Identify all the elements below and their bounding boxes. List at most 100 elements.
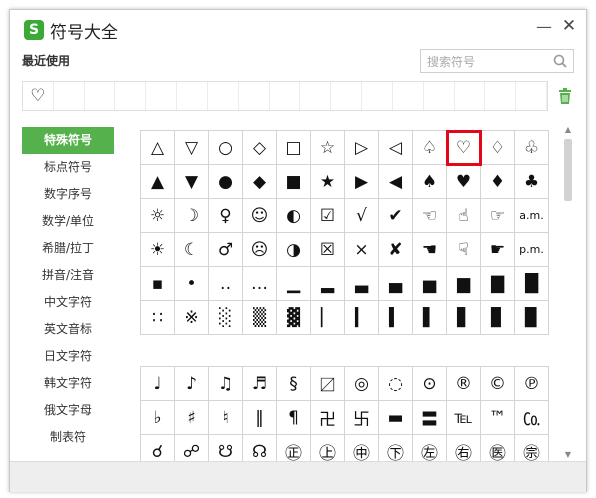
symbol-cell[interactable]: ★	[311, 165, 345, 199]
symbol-cell[interactable]: ✘	[379, 233, 413, 267]
symbol-cell[interactable]: ♡	[446, 130, 482, 166]
symbol-cell[interactable]: ☟	[447, 233, 481, 267]
symbol-cell[interactable]: ℗	[515, 367, 549, 401]
sidebar-category-item[interactable]: 英文音标	[22, 316, 114, 343]
symbol-cell[interactable]: □	[277, 131, 311, 165]
symbol-cell[interactable]: ▶	[345, 165, 379, 199]
sidebar-category-item[interactable]: 制表符	[22, 424, 114, 451]
symbol-cell[interactable]: ▇	[481, 267, 515, 301]
symbol-cell[interactable]: ‥	[209, 267, 243, 301]
scrollbar[interactable]: ▲ ▼	[562, 125, 574, 460]
close-button[interactable]: ✕	[560, 15, 578, 37]
recent-symbol-slot[interactable]	[270, 82, 301, 110]
symbol-cell[interactable]: 〼	[311, 367, 345, 401]
symbol-cell[interactable]: ◀	[379, 165, 413, 199]
recent-symbol-slot[interactable]	[239, 82, 270, 110]
symbol-cell[interactable]: ¶	[277, 401, 311, 435]
recent-symbol-slot[interactable]	[393, 82, 424, 110]
symbol-cell[interactable]: ▂	[311, 267, 345, 301]
search-box[interactable]	[420, 49, 574, 73]
symbol-cell[interactable]: ▃	[345, 267, 379, 301]
symbol-cell[interactable]: ♠	[413, 165, 447, 199]
symbol-cell[interactable]: ㊥	[345, 435, 379, 462]
symbol-cell[interactable]: ▼	[175, 165, 209, 199]
recent-symbol-slot[interactable]	[146, 82, 178, 110]
symbol-cell[interactable]: √	[345, 199, 379, 233]
symbol-cell[interactable]: ☜	[413, 199, 447, 233]
symbol-cell[interactable]: ○	[209, 131, 243, 165]
symbol-cell[interactable]: ♫	[209, 367, 243, 401]
symbol-cell[interactable]: ㊧	[413, 435, 447, 462]
symbol-cell[interactable]: ☼	[141, 199, 175, 233]
symbol-cell[interactable]: ▽	[175, 131, 209, 165]
recent-symbol-slot[interactable]	[54, 82, 85, 110]
symbol-cell[interactable]: ♪	[175, 367, 209, 401]
scrollbar-thumb[interactable]	[564, 139, 572, 201]
recent-symbol-slot[interactable]	[331, 82, 363, 110]
symbol-cell[interactable]: ☀	[141, 233, 175, 267]
recent-symbol-slot[interactable]	[115, 82, 147, 110]
sidebar-category-item[interactable]: 韩文字符	[22, 370, 114, 397]
symbol-cell[interactable]: •	[175, 267, 209, 301]
symbol-cell[interactable]: ㊪	[515, 435, 549, 462]
symbol-cell[interactable]: ▓	[277, 301, 311, 335]
symbol-cell[interactable]: ♀	[209, 199, 243, 233]
symbol-cell[interactable]: ♂	[209, 233, 243, 267]
symbol-cell[interactable]: ♤	[413, 131, 447, 165]
sidebar-category-item[interactable]: 希腊/拉丁	[22, 235, 114, 262]
recent-symbol-slot[interactable]	[455, 82, 486, 110]
symbol-cell[interactable]: ☌	[141, 435, 175, 462]
recent-symbol-slot[interactable]	[85, 82, 116, 110]
sidebar-category-item[interactable]: 数字序号	[22, 181, 114, 208]
symbol-cell[interactable]: ▁	[277, 267, 311, 301]
sidebar-category-item[interactable]: 拼音/注音	[22, 262, 114, 289]
symbol-cell[interactable]: ♦	[481, 165, 515, 199]
scroll-up-arrow-icon[interactable]: ▲	[562, 125, 574, 135]
sidebar-category-item[interactable]: 中文字符	[22, 289, 114, 316]
symbol-cell[interactable]: ‖	[243, 401, 277, 435]
symbol-cell[interactable]: ♯	[175, 401, 209, 435]
recent-symbol-slot[interactable]	[300, 82, 332, 110]
symbol-cell[interactable]: ▬	[379, 401, 413, 435]
symbol-cell[interactable]: ▎	[345, 301, 379, 335]
symbol-cell[interactable]: ▒	[243, 301, 277, 335]
symbol-cell[interactable]: ×	[345, 233, 379, 267]
recent-symbol-slot[interactable]	[424, 82, 455, 110]
symbol-cell[interactable]: 卐	[345, 401, 379, 435]
sidebar-category-item[interactable]: 标点符号	[22, 154, 114, 181]
symbol-cell[interactable]: ▷	[345, 131, 379, 165]
symbol-cell[interactable]: ☺	[243, 199, 277, 233]
symbol-cell[interactable]: ▏	[311, 301, 345, 335]
symbol-cell[interactable]: ☆	[311, 131, 345, 165]
symbol-cell[interactable]: ☍	[175, 435, 209, 462]
symbol-cell[interactable]: ☑	[311, 199, 345, 233]
recent-symbol-slot[interactable]	[362, 82, 393, 110]
symbol-cell[interactable]: ®	[447, 367, 481, 401]
symbol-cell[interactable]: ▲	[141, 165, 175, 199]
recent-symbol-slot[interactable]	[485, 82, 517, 110]
symbol-cell[interactable]: ※	[175, 301, 209, 335]
scroll-down-arrow-icon[interactable]: ▼	[562, 450, 574, 460]
trash-icon[interactable]	[558, 88, 572, 104]
symbol-cell[interactable]: ♣	[515, 165, 549, 199]
symbol-cell[interactable]: ●	[209, 165, 243, 199]
symbol-cell[interactable]: ♢	[481, 131, 515, 165]
symbol-cell[interactable]: p.m.	[515, 233, 549, 267]
symbol-cell[interactable]: ㊣	[277, 435, 311, 462]
symbol-cell[interactable]: ㊨	[447, 435, 481, 462]
symbol-cell[interactable]: ☋	[209, 435, 243, 462]
sidebar-category-item[interactable]: 数学/单位	[22, 208, 114, 235]
symbol-cell[interactable]: ♭	[141, 401, 175, 435]
recent-symbol-slot[interactable]	[516, 82, 548, 110]
symbol-cell[interactable]: ◑	[277, 233, 311, 267]
sidebar-category-item[interactable]: 日文字符	[22, 343, 114, 370]
symbol-cell[interactable]: ™	[481, 401, 515, 435]
symbol-cell[interactable]: …	[243, 267, 277, 301]
symbol-cell[interactable]: ☽	[175, 199, 209, 233]
symbol-cell[interactable]: ♩	[141, 367, 175, 401]
symbol-cell[interactable]: ♬	[243, 367, 277, 401]
search-icon[interactable]	[552, 53, 568, 69]
symbol-cell[interactable]: ▋	[447, 301, 481, 335]
symbol-cell[interactable]: ☹	[243, 233, 277, 267]
symbol-cell[interactable]: ▆	[447, 267, 481, 301]
